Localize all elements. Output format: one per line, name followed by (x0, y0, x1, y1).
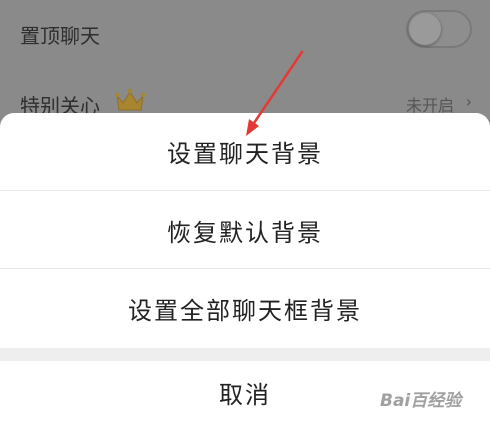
chevron-right-icon: › (465, 92, 472, 111)
section-gap (0, 348, 490, 361)
divider (0, 190, 490, 191)
divider (0, 268, 490, 269)
restore-default-background-button[interactable]: 恢复默认背景 (0, 192, 490, 268)
action-sheet: 设置聊天背景 恢复默认背景 设置全部聊天框背景 取消 (0, 113, 490, 422)
pin-chat-label: 置顶聊天 (20, 24, 100, 48)
set-all-chat-background-button[interactable]: 设置全部聊天框背景 (0, 270, 490, 346)
pin-chat-toggle[interactable] (406, 10, 472, 48)
toggle-knob (409, 13, 441, 45)
baidu-watermark: Bai百经验 (380, 391, 462, 411)
set-chat-background-button[interactable]: 设置聊天背景 (0, 113, 490, 189)
pin-chat-row[interactable]: 置顶聊天 (0, 0, 490, 56)
